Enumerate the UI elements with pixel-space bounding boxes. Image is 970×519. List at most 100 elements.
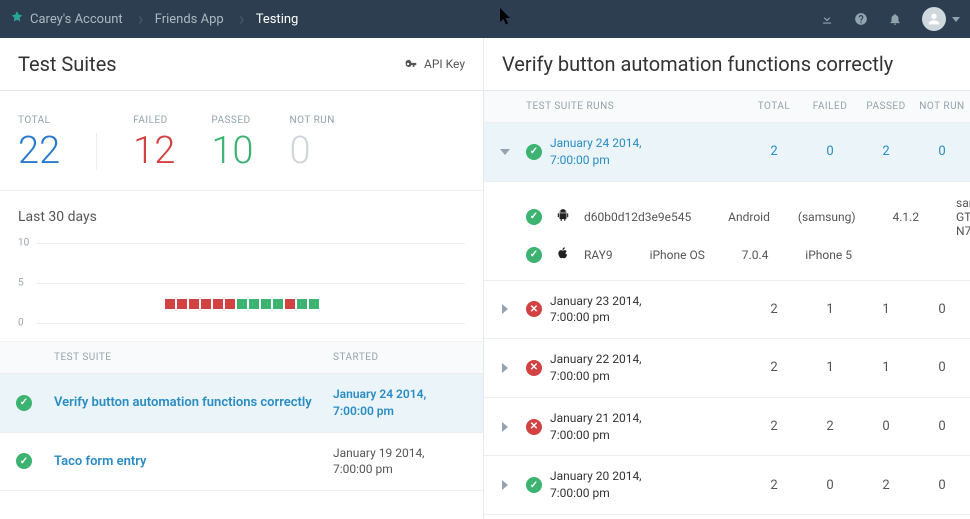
table-row[interactable]: ✓Verify button automation functions corr… xyxy=(0,374,483,433)
device-id: RAY9 xyxy=(584,248,613,262)
avatar-menu[interactable] xyxy=(912,7,970,31)
run-notrun: 0 xyxy=(914,360,970,375)
col-header-passed: PASSED xyxy=(858,101,914,112)
check-icon: ✓ xyxy=(526,477,542,493)
col-header-failed: FAILED xyxy=(802,101,858,112)
bell-icon[interactable] xyxy=(878,12,912,26)
table-row[interactable]: ✓ Taco form entry January 19 2014,7:00:00 … xyxy=(0,433,483,492)
download-icon[interactable] xyxy=(810,12,844,26)
check-icon: ✓ xyxy=(16,453,32,469)
col-header-notrun: NOT RUN xyxy=(914,101,970,112)
breadcrumb-label: Carey's Account xyxy=(30,12,123,27)
topbar: Carey's Account › Friends App › Testing xyxy=(0,0,970,38)
run-passed: 1 xyxy=(858,302,914,317)
run-notrun: 0 xyxy=(914,144,970,159)
stats-row: TOTAL 22 FAILED 12 PASSED 10 NOT RUN 0 xyxy=(0,91,483,191)
chart-bar xyxy=(273,299,283,309)
stat-value: 10 xyxy=(211,132,253,170)
run-passed: 2 xyxy=(858,478,914,493)
api-key-label: API Key xyxy=(424,57,465,71)
device-row: ✓RAY9 iPhone OS 7.0.4 iPhone 5 xyxy=(526,242,970,268)
table-row[interactable]: ✕January 22 2014,7:00:00 pm2110 xyxy=(484,339,970,398)
page-title: Test Suites xyxy=(18,52,117,76)
col-header-suite: TEST SUITE xyxy=(48,352,333,363)
x-icon: ✕ xyxy=(526,419,542,435)
check-icon: ✓ xyxy=(526,247,542,263)
run-notrun: 0 xyxy=(914,478,970,493)
chart-bar xyxy=(249,299,259,309)
col-header-total: TOTAL xyxy=(746,101,802,112)
breadcrumb-label: Friends App xyxy=(155,12,224,27)
stat-value: 0 xyxy=(289,132,334,170)
breadcrumb-section[interactable]: Testing xyxy=(242,0,317,38)
chart-bar xyxy=(261,299,271,309)
run-total: 2 xyxy=(746,360,802,375)
android-icon xyxy=(556,208,570,226)
table-row[interactable]: ✓January 24 2014,7:00:00 pm2020 xyxy=(484,123,970,182)
run-failed: 1 xyxy=(802,302,858,317)
run-passed: 2 xyxy=(858,144,914,159)
run-notrun: 0 xyxy=(914,419,970,434)
chart-bar xyxy=(297,299,307,309)
expand-toggle-icon[interactable] xyxy=(502,422,508,432)
left-panel-header: Test Suites API Key xyxy=(0,38,483,91)
right-panel-header: Verify button automation functions corre… xyxy=(484,38,970,91)
chart-bar xyxy=(189,299,199,309)
expand-toggle-icon[interactable] xyxy=(502,363,508,373)
detail-title: Verify button automation functions corre… xyxy=(502,52,893,76)
chevron-down-icon xyxy=(952,17,960,22)
expand-toggle-icon[interactable] xyxy=(500,149,510,155)
chart-bar xyxy=(225,299,235,309)
table-row[interactable]: ✓January 20 2014,7:00:00 pm2020 xyxy=(484,456,970,515)
suite-name-link[interactable]: Taco form entry xyxy=(54,454,147,469)
chart-ytick: 0 xyxy=(18,318,24,329)
chart-bar xyxy=(201,299,211,309)
table-row[interactable]: ✕January 23 2014,7:00:00 pm2110 xyxy=(484,281,970,340)
stat-passed: PASSED 10 xyxy=(211,115,253,170)
avatar xyxy=(922,7,946,31)
suite-table-header: TEST SUITE STARTED xyxy=(0,342,483,374)
apple-icon xyxy=(556,246,570,264)
breadcrumb-account[interactable]: Carey's Account › xyxy=(0,0,141,38)
expand-toggle-icon[interactable] xyxy=(502,480,508,490)
x-icon: ✕ xyxy=(526,360,542,376)
stat-value: 12 xyxy=(133,132,175,170)
col-header-runs: TEST SUITE RUNS xyxy=(526,101,746,112)
run-failed: 1 xyxy=(802,360,858,375)
run-passed: 0 xyxy=(858,419,914,434)
chart-bar xyxy=(237,299,247,309)
expand-toggle-icon[interactable] xyxy=(502,304,508,314)
breadcrumb-label: Testing xyxy=(256,12,299,27)
table-row[interactable]: ✕January 21 2014,7:00:00 pm2200 xyxy=(484,398,970,457)
breadcrumb: Carey's Account › Friends App › Testing xyxy=(0,0,316,38)
help-icon[interactable] xyxy=(844,12,878,26)
col-header-started: STARTED xyxy=(333,352,483,363)
x-icon: ✕ xyxy=(526,301,542,317)
run-notrun: 0 xyxy=(914,302,970,317)
chart-bar xyxy=(213,299,223,309)
stat-notrun: NOT RUN 0 xyxy=(289,115,334,170)
stat-total: TOTAL 22 xyxy=(18,115,60,170)
run-date: January 22 2014,7:00:00 pm xyxy=(550,351,642,385)
api-key-button[interactable]: API Key xyxy=(404,57,465,71)
stat-failed: FAILED 12 xyxy=(133,115,175,170)
suite-name-link[interactable]: Verify button automation functions corre… xyxy=(54,395,312,410)
run-failed: 0 xyxy=(802,478,858,493)
chart-bar xyxy=(309,299,319,309)
chart-ytick: 5 xyxy=(18,278,24,289)
chart: Last 30 days 10 5 0 xyxy=(0,191,483,342)
logo-icon xyxy=(10,10,24,28)
run-failed: 0 xyxy=(802,144,858,159)
chart-bar xyxy=(177,299,187,309)
stat-label: TOTAL xyxy=(18,115,60,126)
stat-label: FAILED xyxy=(133,115,175,126)
suite-started: January 19 2014,7:00:00 pm xyxy=(333,445,483,479)
check-icon: ✓ xyxy=(526,209,542,225)
run-date: January 21 2014,7:00:00 pm xyxy=(550,410,642,444)
device-id: d60b0d12d3e9e545 xyxy=(584,210,691,224)
breadcrumb-app[interactable]: Friends App › xyxy=(141,0,242,38)
chart-bar xyxy=(165,299,175,309)
suite-started: January 24 2014,7:00:00 pm xyxy=(333,386,483,420)
device-details: ✓d60b0d12d3e9e545 Android(samsung) 4.1.2… xyxy=(484,182,970,281)
key-icon xyxy=(404,57,418,71)
